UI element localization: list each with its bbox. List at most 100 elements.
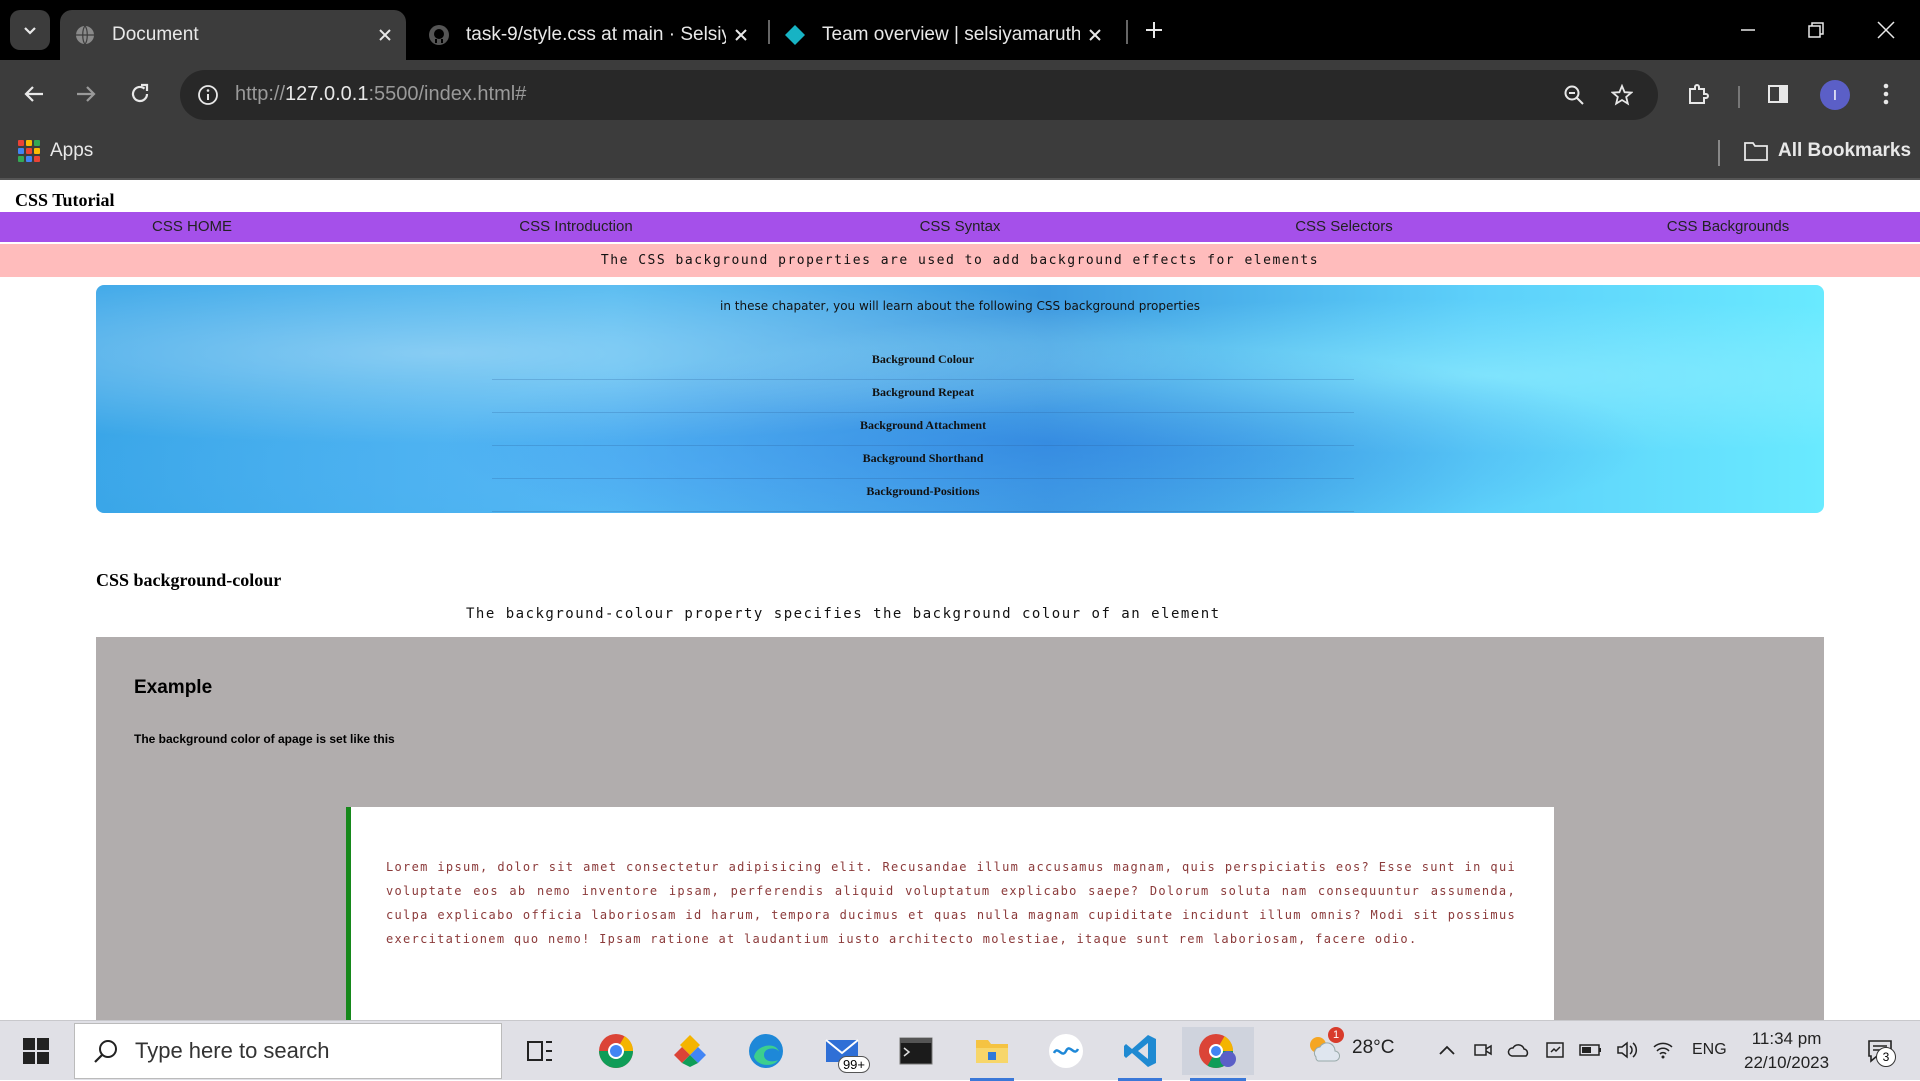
- folder-icon: [976, 1040, 1008, 1063]
- show-hidden-icons-button[interactable]: [1432, 1035, 1462, 1065]
- tab-team-overview[interactable]: Team overview | selsiyamaruth: [770, 10, 1116, 60]
- close-icon: [1877, 21, 1895, 39]
- window-close-button[interactable]: [1864, 8, 1908, 52]
- task-view-button[interactable]: [510, 1027, 570, 1075]
- taskbar-edge[interactable]: [736, 1027, 796, 1075]
- side-panel-button[interactable]: [1756, 72, 1800, 116]
- clock-time: 11:34 pm: [1751, 1029, 1822, 1048]
- topic-item[interactable]: Background Colour: [492, 347, 1354, 380]
- tab-title: Document: [112, 24, 199, 45]
- diamond-shapes-icon: [674, 1035, 706, 1067]
- edge-icon: [749, 1034, 783, 1068]
- minimize-icon: [1741, 29, 1755, 31]
- tab-document[interactable]: Document: [60, 10, 406, 60]
- meet-now-icon[interactable]: [1468, 1035, 1498, 1065]
- extensions-button[interactable]: [1676, 72, 1720, 116]
- taskbar-chrome-profile[interactable]: [1182, 1027, 1254, 1081]
- url-scheme: http://: [235, 83, 286, 105]
- notification-center-button[interactable]: 3: [1862, 1033, 1898, 1069]
- security-icon[interactable]: [1540, 1035, 1570, 1065]
- close-icon[interactable]: [726, 20, 756, 50]
- apps-bookmark[interactable]: Apps: [18, 140, 93, 162]
- start-button[interactable]: [12, 1033, 60, 1069]
- nav-css-introduction[interactable]: CSS Introduction: [384, 212, 768, 242]
- nav-css-backgrounds[interactable]: CSS Backgrounds: [1536, 212, 1920, 242]
- topic-item[interactable]: Background Repeat: [492, 380, 1354, 413]
- diamond-icon: [784, 24, 806, 46]
- clock[interactable]: 11:34 pm 22/10/2023: [1744, 1027, 1829, 1075]
- topic-item[interactable]: Background Shorthand: [492, 446, 1354, 479]
- chrome-profile-icon: [1199, 1034, 1236, 1068]
- tab-strip: Document task-9/style.css at main · Sels…: [0, 0, 1920, 60]
- topic-item[interactable]: Background Attachment: [492, 413, 1354, 446]
- volume-icon[interactable]: [1612, 1035, 1642, 1065]
- language-indicator[interactable]: ENG: [1692, 1041, 1727, 1059]
- onedrive-icon[interactable]: [1504, 1035, 1534, 1065]
- taskbar-mail[interactable]: 99+: [812, 1027, 872, 1075]
- folder-icon: [1744, 142, 1768, 161]
- profile-avatar[interactable]: I: [1820, 80, 1850, 110]
- forward-button[interactable]: [64, 72, 108, 116]
- weather-alert-badge: 1: [1328, 1027, 1344, 1043]
- waves-icon: [1049, 1034, 1083, 1068]
- search-icon: [94, 1040, 117, 1063]
- all-bookmarks-label: All Bookmarks: [1778, 140, 1912, 161]
- weather-sun-cloud-icon: 1: [1306, 1027, 1344, 1065]
- taskbar-terminal[interactable]: [886, 1027, 946, 1075]
- site-title: CSS Tutorial: [15, 190, 115, 210]
- minimize-button[interactable]: [1726, 8, 1770, 52]
- new-tab-button[interactable]: [1138, 14, 1170, 46]
- page-viewport: CSS Tutorial CSS HOME CSS Introduction C…: [0, 180, 1920, 1020]
- windows-taskbar: Type here to search 99+ 1 28°C ENG 11:34…: [0, 1020, 1920, 1081]
- zoom-icon[interactable]: [1558, 79, 1590, 111]
- weather-widget[interactable]: 1 28°C: [1306, 1027, 1394, 1065]
- notification-count: 3: [1876, 1047, 1896, 1067]
- topic-list: Background Colour Background Repeat Back…: [492, 347, 1354, 512]
- taskbar-vscode[interactable]: [1110, 1027, 1170, 1081]
- back-button[interactable]: [12, 72, 56, 116]
- taskbar-search[interactable]: Type here to search: [74, 1023, 502, 1079]
- taskbar-waves-app[interactable]: [1036, 1027, 1096, 1075]
- reload-button[interactable]: [118, 72, 162, 116]
- section-description: The background-colour property specifies…: [466, 606, 1221, 622]
- nav-css-home[interactable]: CSS HOME: [0, 212, 384, 242]
- top-nav: CSS HOME CSS Introduction CSS Syntax CSS…: [0, 212, 1920, 242]
- tab-separator: [1126, 20, 1128, 44]
- wifi-icon[interactable]: [1648, 1035, 1678, 1065]
- tab-github[interactable]: task-9/style.css at main · Selsiy: [414, 10, 762, 60]
- battery-icon[interactable]: [1576, 1035, 1606, 1065]
- clock-date: 22/10/2023: [1744, 1053, 1830, 1072]
- intro-banner: The CSS background properties are used t…: [0, 244, 1920, 277]
- arrow-left-icon: [24, 86, 43, 102]
- nav-css-syntax[interactable]: CSS Syntax: [768, 212, 1152, 242]
- globe-icon: [74, 24, 96, 46]
- site-info-icon[interactable]: [192, 79, 224, 111]
- url-host: 127.0.0.1: [285, 83, 369, 105]
- arrow-right-icon: [77, 86, 96, 102]
- tab-title: Team overview | selsiyamaruth: [822, 24, 1080, 45]
- example-heading: Example: [134, 677, 213, 698]
- all-bookmarks-button[interactable]: All Bookmarks: [1744, 140, 1911, 162]
- menu-button[interactable]: [1864, 72, 1908, 116]
- address-bar[interactable]: http://127.0.0.1:5500/index.html#: [180, 70, 1658, 120]
- apps-grid-icon: [18, 140, 40, 162]
- close-icon[interactable]: [1080, 20, 1110, 50]
- tab-search-button[interactable]: [10, 10, 50, 50]
- taskbar-chrome[interactable]: [586, 1027, 646, 1075]
- restore-button[interactable]: [1794, 8, 1838, 52]
- bookmarks-separator: [1718, 140, 1720, 166]
- taskbar-colors-app[interactable]: [660, 1027, 720, 1075]
- nav-css-selectors[interactable]: CSS Selectors: [1152, 212, 1536, 242]
- example-text: The background color of apage is set lik…: [134, 732, 395, 746]
- chevron-up-icon: [1439, 1045, 1455, 1055]
- browser-toolbar: http://127.0.0.1:5500/index.html# I: [0, 60, 1920, 128]
- taskbar-file-explorer[interactable]: [962, 1027, 1022, 1081]
- url-text: http://127.0.0.1:5500/index.html#: [235, 83, 526, 106]
- side-panel-icon: [1768, 85, 1788, 103]
- topic-item[interactable]: Background-Positions: [492, 479, 1354, 512]
- restore-icon: [1808, 22, 1824, 38]
- puzzle-icon: [1689, 84, 1709, 104]
- toolbar-separator: [1738, 86, 1740, 108]
- close-icon[interactable]: [370, 20, 400, 50]
- bookmark-star-icon[interactable]: [1606, 79, 1638, 111]
